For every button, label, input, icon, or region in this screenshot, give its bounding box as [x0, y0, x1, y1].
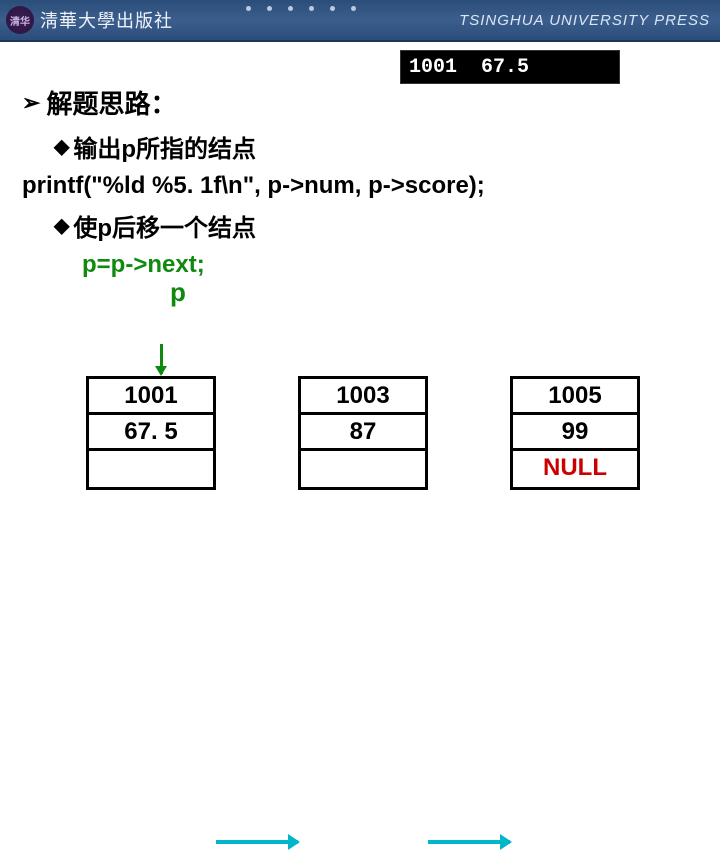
header-bar: 清华 淸華大學出版社 TSINGHUA UNIVERSITY PRESS: [0, 0, 720, 42]
diamond-bullet-icon: ◆: [54, 213, 69, 238]
triangle-bullet-icon: ➢: [22, 90, 40, 116]
node-1-next: [89, 451, 213, 487]
node-2: 1003 87: [298, 376, 428, 490]
heading-1-text: 解题思路：: [46, 84, 176, 121]
diamond-bullet-icon: ◆: [54, 134, 69, 159]
heading-2a-text: 输出p所指的结点: [73, 129, 256, 164]
slide-body: ➢ 解题思路： ◆ 输出p所指的结点 printf("%ld %5. 1f\n"…: [22, 84, 698, 308]
code-printf: printf("%ld %5. 1f\n", p->num, p->score)…: [22, 172, 698, 200]
node-2-score: 87: [301, 415, 425, 451]
decorative-dots: [246, 0, 356, 11]
pointer-p-label: p: [170, 277, 698, 308]
linked-list-diagram: 1001 67. 5 1003 87 1005 99 NULL: [0, 370, 720, 540]
heading-1: ➢ 解题思路：: [22, 84, 698, 121]
node-2-next: [301, 451, 425, 487]
publisher-logo-block: 清华 淸華大學出版社: [6, 6, 173, 34]
program-output-box: 1001 67.5: [400, 50, 620, 84]
publisher-cn: 淸華大學出版社: [40, 7, 173, 33]
link-arrow-1: [216, 840, 298, 844]
node-1: 1001 67. 5: [86, 376, 216, 490]
tsinghua-crest-icon: 清华: [6, 6, 34, 34]
node-3-score: 99: [513, 415, 637, 451]
code-advance: p=p->next;: [82, 251, 698, 279]
link-arrow-2: [428, 840, 510, 844]
heading-2b-text: 使p后移一个结点: [73, 208, 256, 243]
node-1-score: 67. 5: [89, 415, 213, 451]
output-num: 1001: [409, 56, 457, 79]
node-2-num: 1003: [301, 379, 425, 415]
node-3-num: 1005: [513, 379, 637, 415]
node-1-num: 1001: [89, 379, 213, 415]
node-3: 1005 99 NULL: [510, 376, 640, 490]
publisher-en: TSINGHUA UNIVERSITY PRESS: [459, 12, 710, 29]
heading-2a: ◆ 输出p所指的结点: [54, 129, 698, 164]
heading-2b: ◆ 使p后移一个结点: [54, 208, 698, 243]
node-3-next: NULL: [513, 451, 637, 487]
output-score: 67.5: [481, 56, 529, 79]
